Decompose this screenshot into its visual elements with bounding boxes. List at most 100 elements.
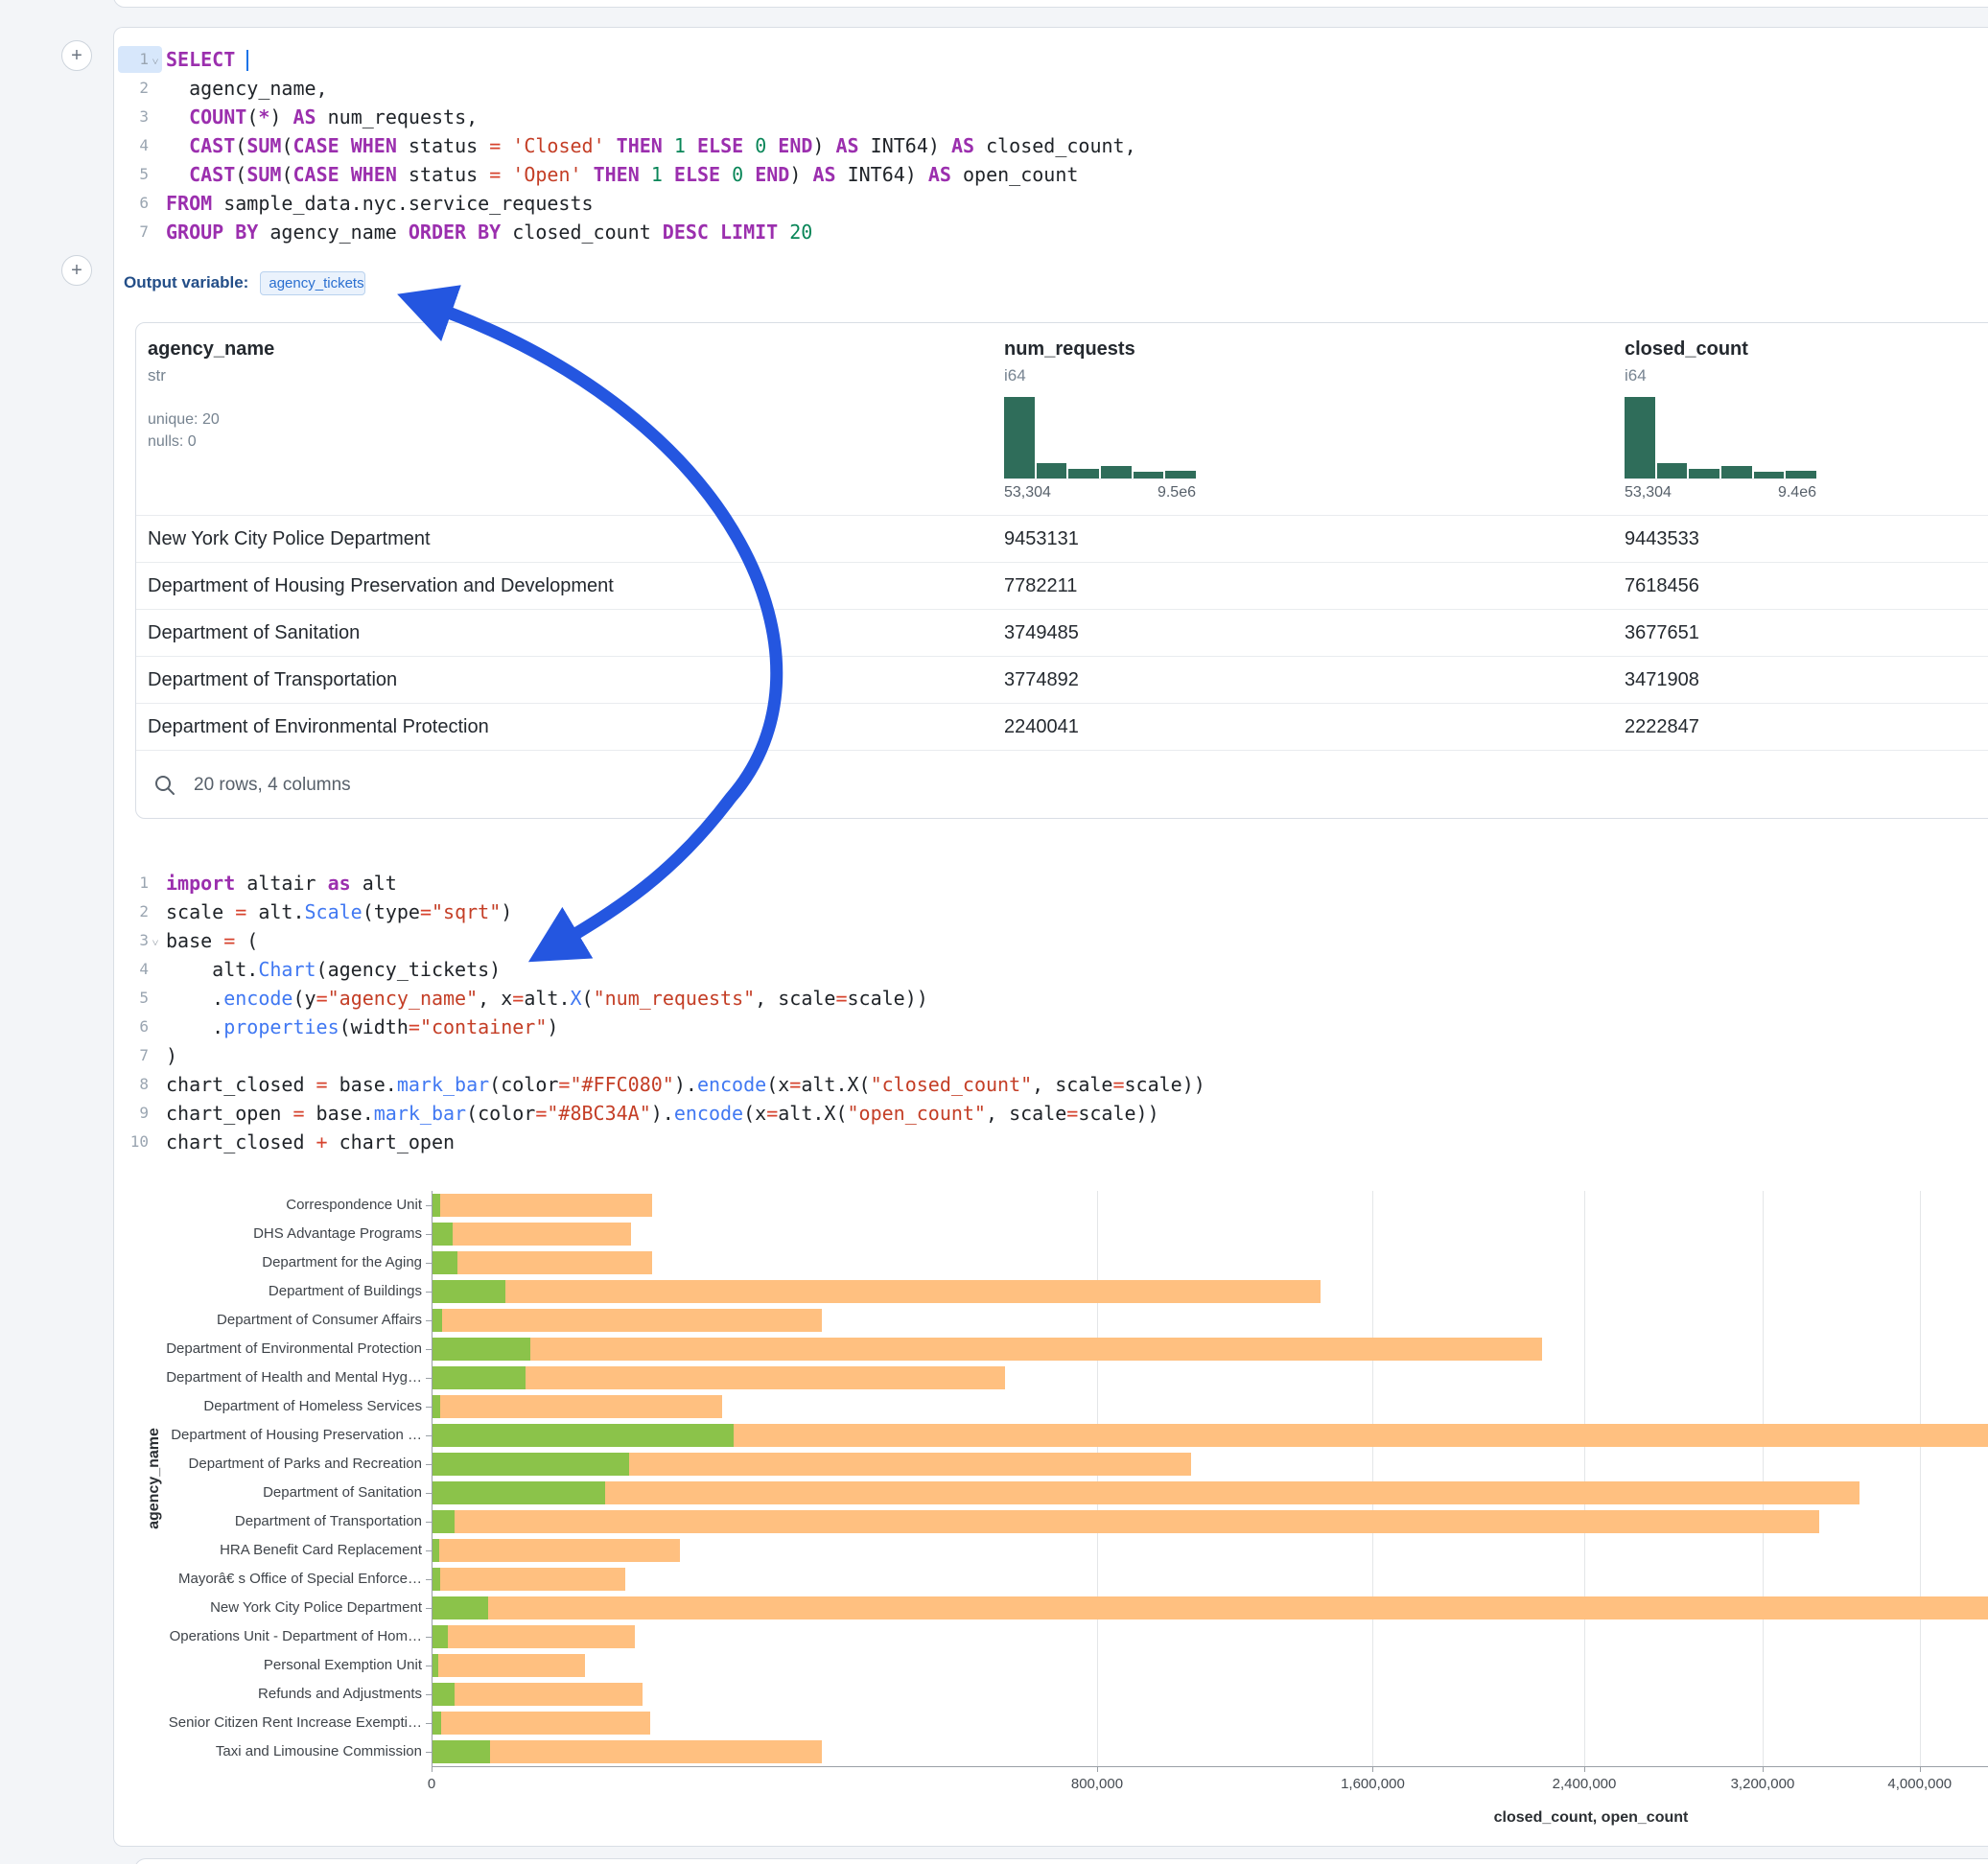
line-number[interactable]: 1 bbox=[118, 45, 149, 74]
line-number[interactable]: 2 bbox=[118, 74, 149, 103]
gridline bbox=[1763, 1191, 1764, 1766]
line-number-gutter[interactable]: 8 bbox=[118, 1071, 162, 1098]
line-number[interactable]: 4 bbox=[118, 955, 149, 984]
code-text: FROM sample_data.nyc.service_requests bbox=[162, 189, 594, 218]
line-number-gutter[interactable]: 9 bbox=[118, 1100, 162, 1127]
category-label: Department of Housing Preservation … bbox=[114, 1427, 422, 1443]
line-number[interactable]: 5 bbox=[118, 160, 149, 189]
fold-chevron-icon[interactable]: ˅ bbox=[149, 43, 162, 76]
search-icon[interactable] bbox=[153, 774, 176, 797]
category-label: Department of Homeless Services bbox=[114, 1398, 422, 1414]
table-row[interactable]: Department of Transportation377489234719… bbox=[136, 656, 1988, 703]
code-token: "agency_name" bbox=[328, 987, 479, 1010]
line-number[interactable]: 6 bbox=[118, 189, 149, 218]
fold-spacer bbox=[149, 1025, 162, 1029]
line-number[interactable]: 7 bbox=[118, 218, 149, 246]
line-number[interactable]: 10 bbox=[118, 1128, 149, 1156]
line-number-gutter[interactable]: 7 bbox=[118, 1042, 162, 1069]
line-number[interactable]: 4 bbox=[118, 131, 149, 160]
histogram-bar bbox=[1657, 463, 1688, 478]
sql-cell[interactable]: 1˅SELECT 2 agency_name,3 COUNT(*) AS num… bbox=[118, 45, 1988, 246]
line-number-gutter[interactable]: 5 bbox=[118, 161, 162, 188]
code-text: scale = alt.Scale(type="sqrt") bbox=[162, 897, 512, 926]
table-cell: New York City Police Department bbox=[148, 516, 431, 562]
code-text: chart_open = base.mark_bar(color="#8BC34… bbox=[162, 1099, 1159, 1128]
output-variable-chip[interactable]: agency_tickets bbox=[260, 271, 365, 295]
open-count-bar bbox=[433, 1194, 440, 1217]
table-cell: Department of Housing Preservation and D… bbox=[148, 563, 614, 609]
category-label: Personal Exemption Unit bbox=[114, 1657, 422, 1673]
line-number[interactable]: 9 bbox=[118, 1099, 149, 1128]
histogram-bar bbox=[1134, 472, 1164, 478]
line-number-gutter[interactable]: 7 bbox=[118, 219, 162, 245]
line-number-gutter[interactable]: 4 bbox=[118, 132, 162, 159]
x-axis-title: closed_count, open_count bbox=[1303, 1809, 1879, 1827]
line-number-gutter[interactable]: 2 bbox=[118, 898, 162, 925]
line-number-gutter[interactable]: 5 bbox=[118, 985, 162, 1012]
code-token: mark_bar bbox=[374, 1102, 466, 1125]
code-token: DESC bbox=[663, 221, 709, 244]
line-number-gutter[interactable]: 1 bbox=[118, 870, 162, 897]
fold-spacer bbox=[149, 910, 162, 914]
category-label: Department for the Aging bbox=[114, 1254, 422, 1270]
line-number[interactable]: 7 bbox=[118, 1041, 149, 1070]
line-number-gutter[interactable]: 1˅ bbox=[118, 46, 162, 73]
code-token: "sqrt" bbox=[432, 900, 501, 923]
column-header-num-requests[interactable]: num_requests i64 53,304 9.5e6 bbox=[1004, 338, 1196, 501]
column-header-agency-name[interactable]: agency_name str unique: 20 nulls: 0 bbox=[148, 338, 274, 453]
column-unique-count: unique: 20 bbox=[148, 408, 274, 431]
fold-chevron-icon[interactable]: ˅ bbox=[149, 924, 162, 957]
code-text: COUNT(*) AS num_requests, bbox=[162, 103, 478, 131]
code-token: INT64) bbox=[836, 163, 928, 186]
code-line: 1˅SELECT bbox=[118, 45, 1988, 74]
code-token: = bbox=[420, 900, 432, 923]
line-number[interactable]: 6 bbox=[118, 1013, 149, 1041]
line-number[interactable]: 2 bbox=[118, 897, 149, 926]
row-count-label: 20 rows, 4 columns bbox=[194, 775, 351, 796]
table-row[interactable]: Department of Sanitation37494853677651 bbox=[136, 609, 1988, 656]
code-token: LIMIT bbox=[720, 221, 778, 244]
line-number-gutter[interactable]: 10 bbox=[118, 1129, 162, 1155]
table-row[interactable]: Department of Environmental Protection22… bbox=[136, 703, 1988, 750]
open-count-bar bbox=[433, 1510, 455, 1533]
line-number-gutter[interactable]: 6 bbox=[118, 1014, 162, 1040]
line-number[interactable]: 3 bbox=[118, 103, 149, 131]
histogram-bar bbox=[1101, 466, 1132, 478]
line-number-gutter[interactable]: 4 bbox=[118, 956, 162, 983]
line-number[interactable]: 5 bbox=[118, 984, 149, 1013]
category-label: Senior Citizen Rent Increase Exempti… bbox=[114, 1714, 422, 1731]
code-token: status bbox=[397, 134, 489, 157]
y-tick-mark bbox=[426, 1205, 432, 1206]
open-count-bar bbox=[433, 1712, 441, 1735]
line-number[interactable]: 3 bbox=[118, 926, 149, 955]
table-row[interactable]: New York City Police Department945313194… bbox=[136, 515, 1988, 562]
code-line: 3˅base = ( bbox=[118, 926, 1988, 955]
closed-count-bar bbox=[433, 1539, 680, 1562]
line-number-gutter[interactable]: 6 bbox=[118, 190, 162, 217]
line-number-gutter[interactable]: 3 bbox=[118, 104, 162, 130]
code-token: = bbox=[489, 163, 501, 186]
code-token: alt. bbox=[166, 958, 258, 981]
open-count-bar bbox=[433, 1539, 439, 1562]
table-row[interactable]: Department of Housing Preservation and D… bbox=[136, 562, 1988, 609]
histogram-bar bbox=[1165, 471, 1196, 479]
add-cell-button-middle[interactable]: + bbox=[61, 255, 92, 286]
line-number-gutter[interactable]: 3˅ bbox=[118, 927, 162, 954]
column-header-closed-count[interactable]: closed_count i64 53,304 9.4e6 bbox=[1625, 338, 1816, 501]
closed-count-bar bbox=[433, 1683, 643, 1706]
code-token: import bbox=[166, 872, 235, 895]
category-label: Department of Buildings bbox=[114, 1283, 422, 1299]
line-number[interactable]: 1 bbox=[118, 869, 149, 897]
python-cell[interactable]: 1import altair as alt2scale = alt.Scale(… bbox=[118, 869, 1988, 1156]
code-token: AS bbox=[836, 134, 859, 157]
code-token: alt.X( bbox=[778, 1102, 847, 1125]
code-token: num_requests, bbox=[316, 105, 479, 128]
line-number-gutter[interactable]: 2 bbox=[118, 75, 162, 102]
line-number[interactable]: 8 bbox=[118, 1070, 149, 1099]
category-label: Department of Parks and Recreation bbox=[114, 1456, 422, 1472]
add-cell-button-top[interactable]: + bbox=[61, 40, 92, 71]
code-token bbox=[778, 221, 789, 244]
code-token: X bbox=[571, 987, 582, 1010]
code-token bbox=[339, 163, 351, 186]
code-text: ) bbox=[162, 1041, 177, 1070]
